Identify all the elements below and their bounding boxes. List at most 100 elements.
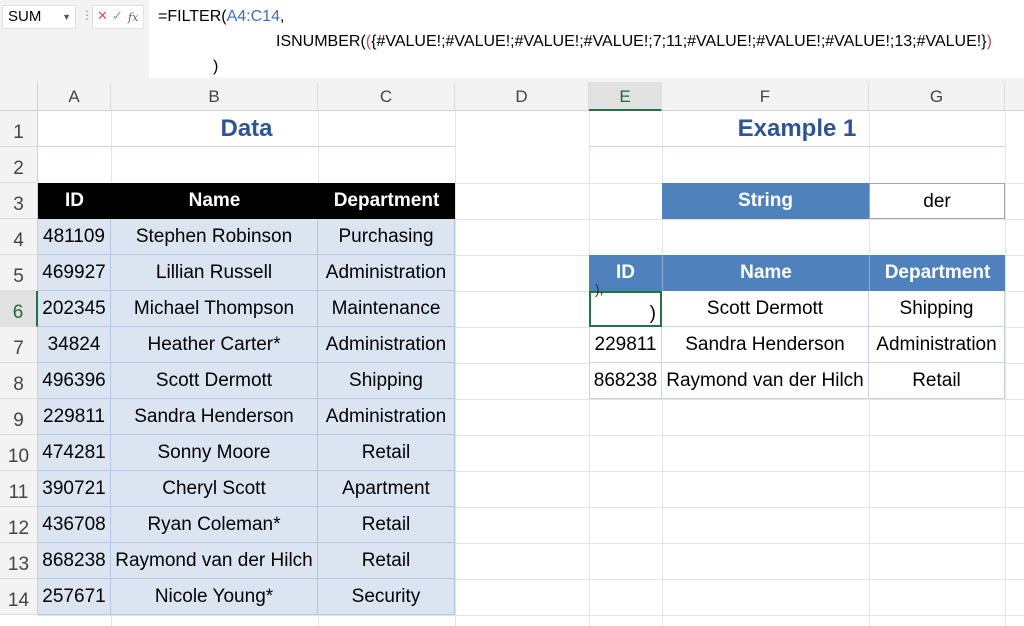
row-header-12[interactable]: 12 xyxy=(0,507,38,543)
table-cell-id[interactable]: 474281 xyxy=(38,435,111,471)
formula-paren-close: ) xyxy=(986,33,992,50)
table-cell-name[interactable]: Heather Carter* xyxy=(111,327,318,363)
formula-isnumber: ISNUMBER( xyxy=(276,33,366,50)
table-cell-name[interactable]: Michael Thompson xyxy=(111,291,318,327)
row-header-5[interactable]: 5 xyxy=(0,255,38,291)
formula-comma: , xyxy=(279,8,285,25)
formula-line-2: ISNUMBER(({#VALUE!;#VALUE!;#VALUE!;#VALU… xyxy=(276,32,992,52)
table-cell-name[interactable]: Sonny Moore xyxy=(111,435,318,471)
table-cell-department[interactable]: Administration xyxy=(318,255,455,291)
column-header-e[interactable]: E xyxy=(589,82,662,111)
name-box[interactable]: SUM ▼ xyxy=(2,5,76,29)
formula-line-3: ) xyxy=(213,58,219,75)
table-cell-name[interactable]: Scott Dermott xyxy=(111,363,318,399)
formula-bar: SUM ▼ ⋮ ✕ ✓ fx =FILTER(A4:C14, ISNUMBER(… xyxy=(0,0,1024,82)
table-cell-id[interactable]: 34824 xyxy=(38,327,111,363)
example-title[interactable]: Example 1 xyxy=(589,111,1005,147)
table-cell-department[interactable]: Purchasing xyxy=(318,219,455,255)
result-cell-department[interactable]: Shipping xyxy=(869,291,1005,327)
table-cell-name[interactable]: Cheryl Scott xyxy=(111,471,318,507)
title-underline xyxy=(38,146,455,147)
table-cell-id[interactable]: 202345 xyxy=(38,291,111,327)
data-header-name[interactable]: Name xyxy=(111,183,318,219)
table-cell-name[interactable]: Ryan Coleman* xyxy=(111,507,318,543)
column-header-b[interactable]: B xyxy=(111,82,318,111)
table-cell-name[interactable]: Raymond van der Hilch xyxy=(111,543,318,579)
result-cell-department[interactable]: Retail xyxy=(869,363,1005,399)
row-header-1[interactable]: 1 xyxy=(0,111,38,147)
result-cell-name[interactable]: Scott Dermott xyxy=(662,291,869,327)
result-cell-id[interactable]: 229811 xyxy=(589,327,662,363)
table-cell-department[interactable]: Administration xyxy=(318,399,455,435)
result-cell-name[interactable]: Raymond van der Hilch xyxy=(662,363,869,399)
row-header-3[interactable]: 3 xyxy=(0,183,38,219)
result-cell-name[interactable]: Sandra Henderson xyxy=(662,327,869,363)
row-header-10[interactable]: 10 xyxy=(0,435,38,471)
table-cell-department[interactable]: Maintenance xyxy=(318,291,455,327)
column-header-d[interactable]: D xyxy=(455,82,589,111)
row-header-14[interactable]: 14 xyxy=(0,579,38,615)
table-cell-name[interactable]: Nicole Young* xyxy=(111,579,318,615)
table-cell-id[interactable]: 257671 xyxy=(38,579,111,615)
data-title[interactable]: Data xyxy=(38,111,455,147)
gridline xyxy=(1005,111,1006,626)
chevron-down-icon[interactable]: ▼ xyxy=(62,6,71,28)
formula-overflow-text: ), xyxy=(595,281,604,297)
table-cell-id[interactable]: 868238 xyxy=(38,543,111,579)
column-header-f[interactable]: F xyxy=(662,82,869,111)
worksheet: A B C D E F G 1 2 3 4 5 6 7 8 9 10 11 12… xyxy=(0,82,1024,626)
row-header-2[interactable]: 2 xyxy=(0,147,38,183)
table-cell-department[interactable]: Shipping xyxy=(318,363,455,399)
table-cell-id[interactable]: 496396 xyxy=(38,363,111,399)
table-cell-id[interactable]: 436708 xyxy=(38,507,111,543)
editing-text: ) xyxy=(649,303,656,324)
column-header-a[interactable]: A xyxy=(38,82,111,111)
formula-array: {#VALUE!;#VALUE!;#VALUE!;#VALUE!;7;11;#V… xyxy=(371,33,987,50)
data-header-department[interactable]: Department xyxy=(318,183,455,219)
row-header-11[interactable]: 11 xyxy=(0,471,38,507)
table-cell-name[interactable]: Stephen Robinson xyxy=(111,219,318,255)
column-header-h[interactable] xyxy=(1005,82,1024,111)
table-cell-department[interactable]: Retail xyxy=(318,507,455,543)
insert-function-icon[interactable]: fx xyxy=(128,11,138,24)
formula-input[interactable]: =FILTER(A4:C14, ISNUMBER(({#VALUE!;#VALU… xyxy=(149,0,1024,78)
table-cell-department[interactable]: Retail xyxy=(318,435,455,471)
enter-icon[interactable]: ✓ xyxy=(112,8,123,24)
table-cell-department[interactable]: Apartment xyxy=(318,471,455,507)
select-all-corner[interactable] xyxy=(0,82,38,111)
table-cell-department[interactable]: Security xyxy=(318,579,455,615)
result-header-department[interactable]: Department xyxy=(869,255,1005,291)
cancel-icon[interactable]: ✕ xyxy=(97,8,108,24)
table-cell-id[interactable]: 481109 xyxy=(38,219,111,255)
row-header-8[interactable]: 8 xyxy=(0,363,38,399)
string-label-cell[interactable]: String xyxy=(662,183,869,219)
table-cell-id[interactable]: 390721 xyxy=(38,471,111,507)
row-header-9[interactable]: 9 xyxy=(0,399,38,435)
table-cell-name[interactable]: Sandra Henderson xyxy=(111,399,318,435)
table-cell-name[interactable]: Lillian Russell xyxy=(111,255,318,291)
row-header-6[interactable]: 6 xyxy=(0,291,38,327)
result-cell-department[interactable]: Administration xyxy=(869,327,1005,363)
name-box-value: SUM xyxy=(8,8,42,25)
data-header-id[interactable]: ID xyxy=(38,183,111,219)
string-value-cell[interactable]: der xyxy=(869,183,1005,219)
gridline xyxy=(38,615,1024,616)
formula-line-1: =FILTER(A4:C14, xyxy=(158,7,284,27)
active-cell-e6[interactable]: ), ) xyxy=(589,281,662,327)
result-cell-id[interactable]: 868238 xyxy=(589,363,662,399)
formula-buttons: ✕ ✓ fx xyxy=(92,5,144,29)
table-cell-department[interactable]: Retail xyxy=(318,543,455,579)
row-header-7[interactable]: 7 xyxy=(0,327,38,363)
gridline xyxy=(455,111,456,626)
result-header-name[interactable]: Name xyxy=(662,255,869,291)
column-header-g[interactable]: G xyxy=(869,82,1005,111)
formula-fn: =FILTER( xyxy=(158,8,227,25)
row-header-13[interactable]: 13 xyxy=(0,543,38,579)
formula-range-ref: A4:C14 xyxy=(226,8,280,25)
table-cell-department[interactable]: Administration xyxy=(318,327,455,363)
column-header-c[interactable]: C xyxy=(318,82,455,111)
row-header-4[interactable]: 4 xyxy=(0,219,38,255)
table-cell-id[interactable]: 229811 xyxy=(38,399,111,435)
title-underline xyxy=(589,146,1005,147)
table-cell-id[interactable]: 469927 xyxy=(38,255,111,291)
